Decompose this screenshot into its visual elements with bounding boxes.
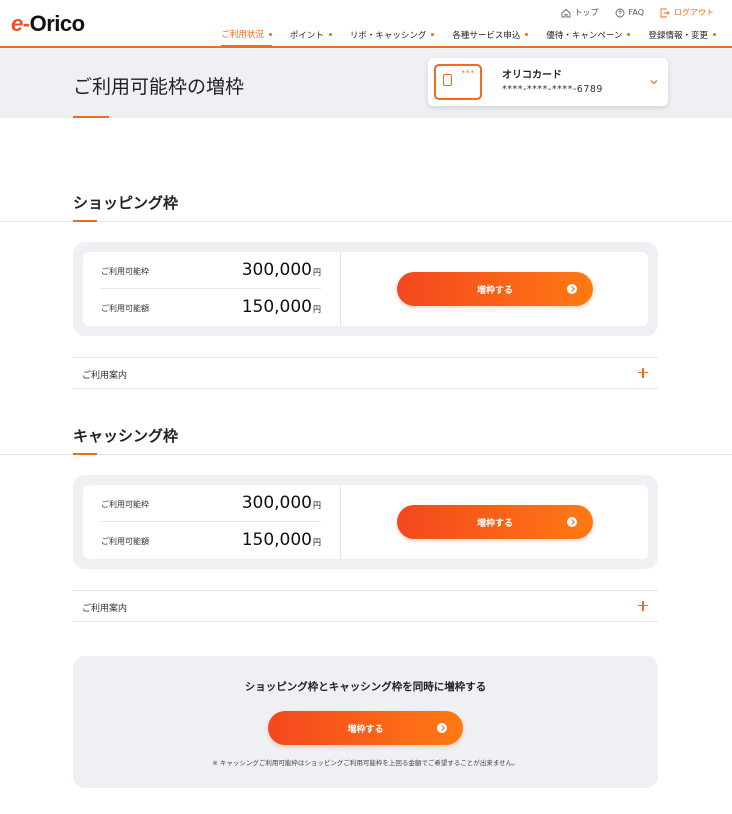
cashing-usable-row: ご利用可能額 150,000円: [101, 530, 321, 550]
nav-dropdown-dot-icon: [525, 33, 529, 36]
shopping-limit-box: ご利用可能枠 300,000円 ご利用可能額 150,000円 増枠する: [73, 242, 658, 336]
nav-dropdown-dot-icon: [627, 33, 631, 36]
card-chip-icon: [443, 74, 452, 86]
site-header: e-Orico トップ FAQ ログアウト ご利用状況 ポイント リボ・キャッシ…: [0, 0, 732, 48]
utility-top-label: トップ: [574, 8, 599, 17]
utility-faq-label: FAQ: [628, 8, 645, 17]
shopping-guide-accordion[interactable]: ご利用案内: [73, 357, 658, 389]
cashing-usable-value: 150,000: [241, 530, 312, 550]
shopping-available-value: 300,000: [241, 260, 312, 280]
cashing-available-value: 300,000: [241, 493, 312, 513]
shopping-increase-button[interactable]: 増枠する: [397, 272, 593, 306]
shopping-available-row: ご利用可能枠 300,000円: [101, 252, 321, 289]
section-divider: [0, 221, 732, 222]
cashing-section-title: キャッシング枠: [73, 427, 179, 445]
eorico-logo[interactable]: e-Orico: [11, 11, 85, 37]
cashing-increase-button[interactable]: 増枠する: [397, 505, 593, 539]
nav-dropdown-dot-icon: [268, 32, 272, 36]
nav-registration[interactable]: 登録情報・変更: [648, 28, 716, 46]
cashing-guide-accordion[interactable]: ご利用案内: [73, 590, 658, 622]
title-underline: [73, 116, 109, 118]
page-title: ご利用可能枠の増枠: [73, 76, 245, 98]
nav-revo-cashing[interactable]: リボ・キャッシング: [350, 28, 435, 46]
help-icon: [615, 8, 624, 17]
card-name: オリコカード: [502, 70, 562, 81]
section-accent: [73, 453, 97, 455]
chevron-down-icon[interactable]: [650, 78, 658, 86]
global-nav: ご利用状況 ポイント リボ・キャッシング 各種サービス申込 優待・キャンペーン …: [221, 28, 716, 46]
utility-nav: トップ FAQ ログアウト: [561, 7, 714, 18]
nav-dropdown-dot-icon: [328, 33, 332, 36]
arrow-right-icon: [567, 284, 577, 294]
home-icon: [561, 8, 570, 17]
logout-label: ログアウト: [674, 8, 714, 17]
credit-card-icon: ***: [434, 64, 482, 100]
cashing-available-row: ご利用可能枠 300,000円: [101, 485, 321, 522]
shopping-usable-row: ご利用可能額 150,000円: [101, 297, 321, 317]
combined-increase-box: ショッピング枠とキャッシング枠を同時に増枠する 増枠する ※ キャッシングご利用…: [73, 656, 658, 788]
shopping-limit-values: ご利用可能枠 300,000円 ご利用可能額 150,000円: [83, 252, 341, 326]
utility-top-link[interactable]: トップ: [561, 7, 599, 18]
logout-icon: [660, 8, 670, 17]
nav-usage-status[interactable]: ご利用状況: [221, 28, 272, 46]
cashing-limit-values: ご利用可能枠 300,000円 ご利用可能額 150,000円: [83, 485, 341, 559]
arrow-right-icon: [567, 517, 577, 527]
card-selector[interactable]: *** オリコカード ****-****-****-6789: [428, 58, 668, 106]
combined-note: ※ キャッシングご利用可能枠はショッピングご利用可能枠を上回る金額でご希望するこ…: [212, 759, 519, 767]
arrow-right-icon: [437, 723, 447, 733]
nav-campaigns[interactable]: 優待・キャンペーン: [546, 28, 631, 46]
combined-increase-button[interactable]: 増枠する: [268, 711, 463, 745]
section-divider: [0, 454, 732, 455]
plus-icon: [638, 368, 648, 378]
cashing-limit-panel: ご利用可能枠 300,000円 ご利用可能額 150,000円 増枠する: [83, 485, 648, 559]
utility-faq-link[interactable]: FAQ: [615, 7, 645, 18]
plus-icon: [638, 601, 648, 611]
shopping-limit-panel: ご利用可能枠 300,000円 ご利用可能額 150,000円 増枠する: [83, 252, 648, 326]
nav-points[interactable]: ポイント: [290, 28, 332, 46]
nav-dropdown-dot-icon: [431, 33, 435, 36]
cashing-limit-box: ご利用可能枠 300,000円 ご利用可能額 150,000円 増枠する: [73, 475, 658, 569]
shopping-section-title: ショッピング枠: [73, 194, 179, 212]
nav-dropdown-dot-icon: [713, 33, 716, 36]
nav-services[interactable]: 各種サービス申込: [452, 28, 529, 46]
section-accent: [73, 220, 97, 222]
card-number: ****-****-****-6789: [502, 84, 603, 95]
logout-link[interactable]: ログアウト: [660, 7, 714, 18]
shopping-usable-value: 150,000: [241, 297, 312, 317]
combined-title: ショッピング枠とキャッシング枠を同時に増枠する: [244, 681, 487, 693]
